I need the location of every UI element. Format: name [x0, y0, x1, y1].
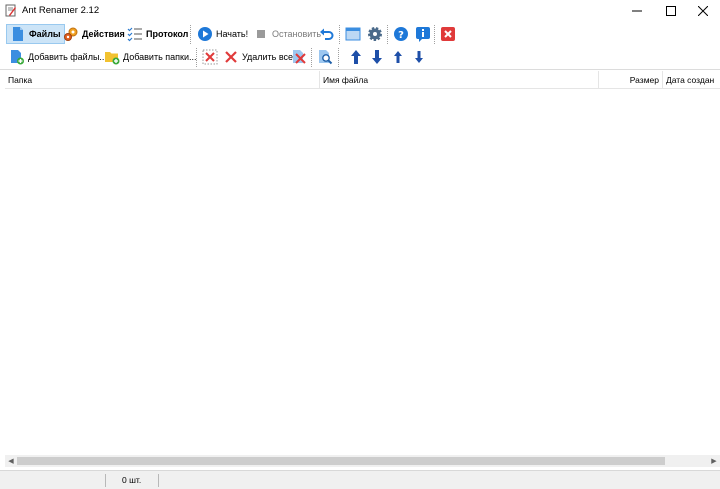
arrow-up-small-icon [390, 49, 406, 65]
move-top-button[interactable] [345, 47, 367, 67]
add-file-icon [9, 49, 25, 65]
window-title: Ant Renamer 2.12 [22, 5, 100, 16]
preview-icon [317, 49, 333, 65]
about-button[interactable] [412, 24, 434, 44]
toolbar-separator [196, 48, 197, 67]
files-icon [10, 26, 26, 42]
tab-files[interactable]: Файлы [6, 24, 65, 44]
close-window-button[interactable] [686, 0, 720, 22]
status-divider [158, 474, 159, 487]
list-header: Папка Имя файла Размер Дата создан [5, 71, 720, 89]
close-icon [698, 6, 708, 16]
remove-files-button[interactable] [288, 47, 310, 67]
move-up-button[interactable] [387, 47, 409, 67]
help-icon: ? [393, 26, 409, 42]
info-icon [415, 26, 431, 42]
scroll-left-icon[interactable]: ◀ [5, 455, 17, 467]
window-layout-button[interactable] [342, 24, 364, 44]
settings-button[interactable] [364, 24, 386, 44]
gears-icon [63, 26, 79, 42]
tab-log[interactable]: Протокол [124, 24, 191, 44]
move-bottom-button[interactable] [366, 47, 388, 67]
status-bar: 0 шт. [0, 470, 720, 489]
column-folder[interactable]: Папка [5, 71, 320, 89]
exit-icon [440, 26, 456, 42]
maximize-button[interactable] [654, 0, 688, 22]
add-files-button[interactable]: Добавить файлы... [6, 47, 110, 67]
status-divider [105, 474, 106, 487]
preview-button[interactable] [314, 47, 336, 67]
undo-icon [319, 26, 335, 42]
exit-button[interactable] [437, 24, 459, 44]
stop-button[interactable]: Остановить [250, 24, 324, 44]
app-icon [5, 4, 17, 17]
files-toolbar: Добавить файлы... Добавить папки... Удал… [0, 45, 720, 70]
undo-button[interactable] [316, 24, 338, 44]
help-button[interactable]: ? [390, 24, 412, 44]
scrollbar-thumb[interactable] [17, 457, 665, 465]
remove-selected-button[interactable] [199, 47, 221, 67]
arrow-down-icon [369, 49, 385, 65]
remove-selected-icon [202, 49, 218, 65]
toolbar-separator [338, 48, 339, 67]
file-list[interactable]: Папка Имя файла Размер Дата создан [5, 71, 720, 466]
checklist-icon [127, 26, 143, 42]
toolbar-separator [311, 48, 312, 67]
arrow-down-small-icon [411, 49, 427, 65]
column-created-date[interactable]: Дата создан [663, 71, 720, 89]
horizontal-scrollbar[interactable]: ◀ ▶ [5, 455, 720, 467]
window-icon [345, 26, 361, 42]
scroll-right-icon[interactable]: ▶ [708, 455, 720, 467]
column-size[interactable]: Размер [599, 71, 663, 89]
play-icon [197, 26, 213, 42]
maximize-icon [666, 6, 676, 16]
tab-actions[interactable]: Действия [60, 24, 128, 44]
minimize-icon [632, 10, 642, 12]
svg-text:?: ? [398, 30, 404, 41]
toolbar-separator [190, 25, 191, 44]
move-down-button[interactable] [408, 47, 430, 67]
minimize-button[interactable] [620, 0, 654, 22]
main-toolbar: Файлы Действия Протокол Начать! Останови… [0, 22, 720, 46]
title-bar: Ant Renamer 2.12 [0, 0, 720, 22]
start-button[interactable]: Начать! [194, 24, 251, 44]
toolbar-separator [387, 25, 388, 44]
add-folders-button[interactable]: Добавить папки... [101, 47, 200, 67]
remove-all-button[interactable]: Удалить все [220, 47, 296, 67]
arrow-up-icon [348, 49, 364, 65]
column-filename[interactable]: Имя файла [320, 71, 599, 89]
remove-file-icon [291, 49, 307, 65]
delete-icon [223, 49, 239, 65]
gear-icon [367, 26, 383, 42]
file-count: 0 шт. [122, 475, 142, 485]
stop-icon [253, 26, 269, 42]
toolbar-separator [434, 25, 435, 44]
add-folder-icon [104, 49, 120, 65]
toolbar-separator [339, 25, 340, 44]
